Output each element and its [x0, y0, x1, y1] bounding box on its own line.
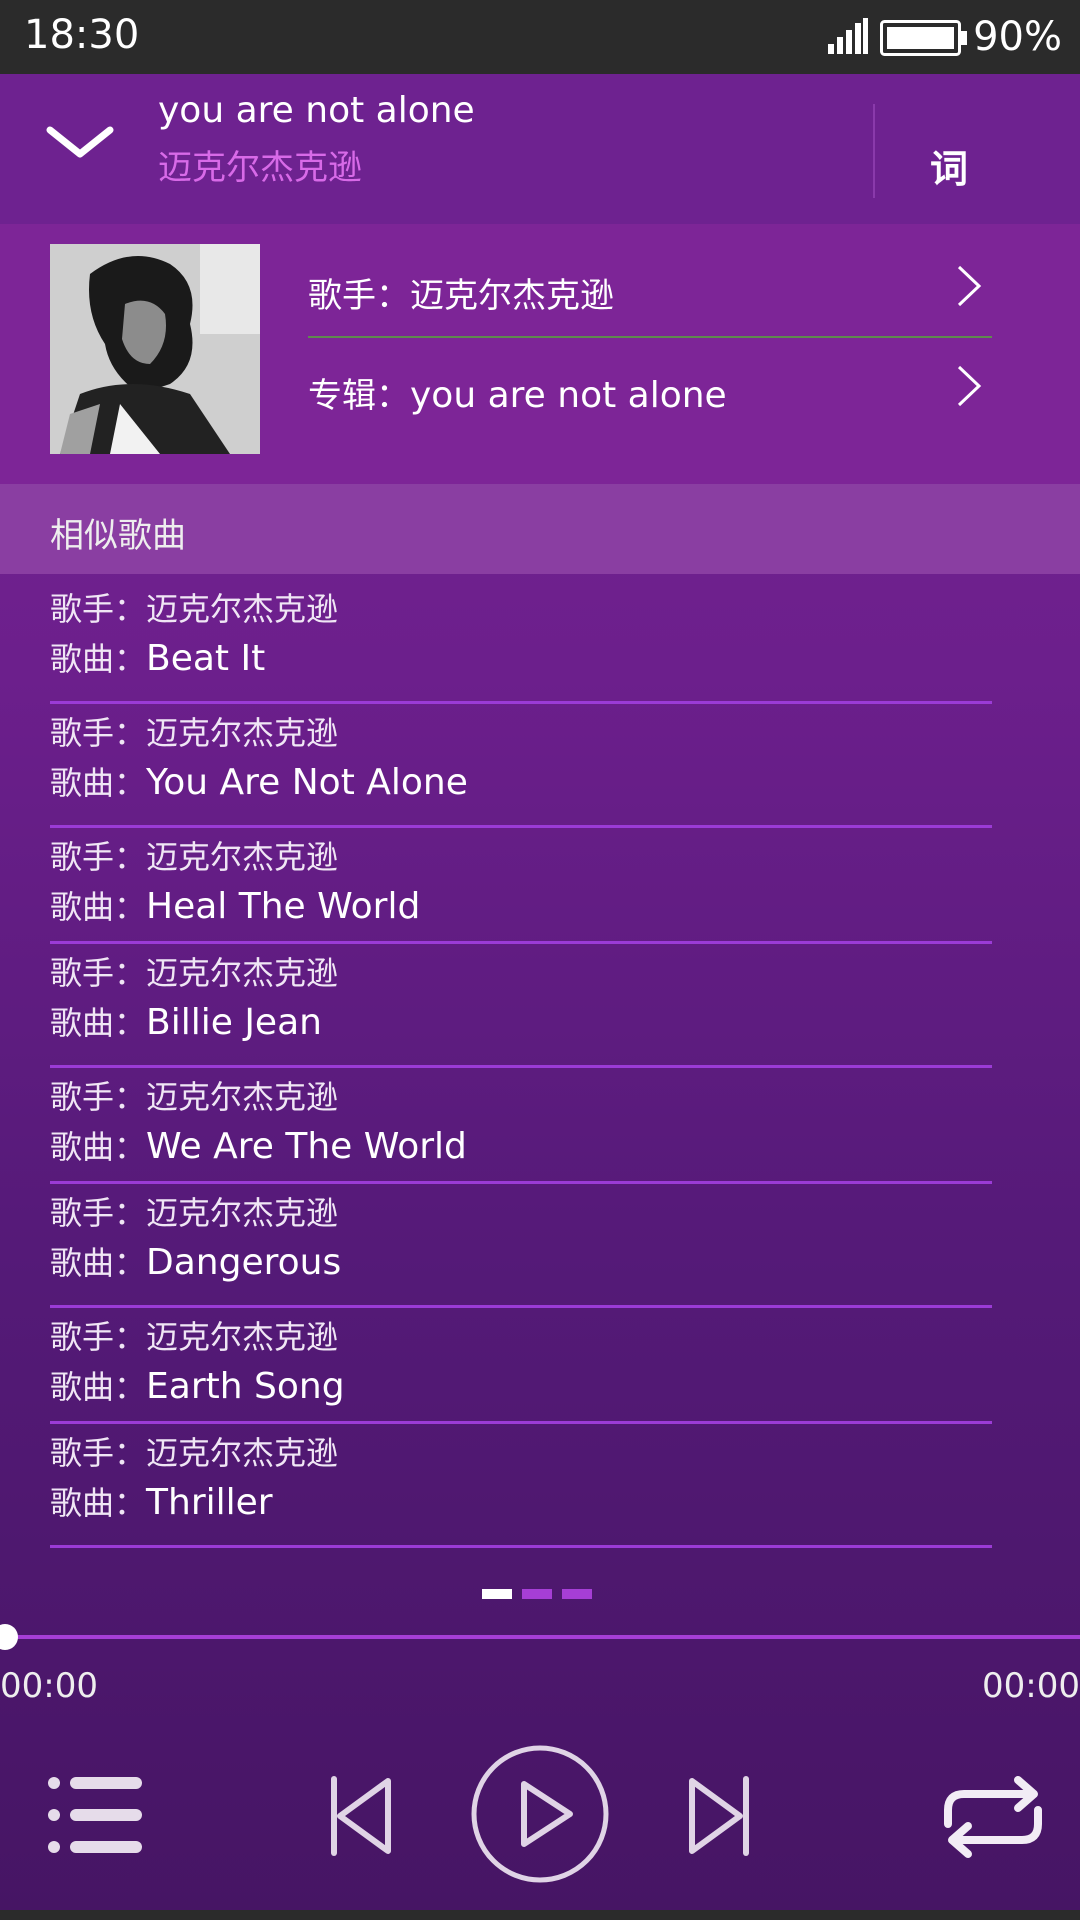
list-item[interactable]: 歌手：迈克尔杰克逊 歌曲：Billie Jean: [50, 944, 992, 1068]
list-item[interactable]: 歌手：迈克尔杰克逊 歌曲：Heal The World: [50, 828, 992, 944]
album-link-label: 专辑：you are not alone: [308, 375, 727, 416]
previous-track-icon[interactable]: [326, 1775, 396, 1857]
header-divider: [873, 104, 875, 198]
list-item[interactable]: 歌手：迈克尔杰克逊 歌曲：Dangerous: [50, 1184, 992, 1308]
chevron-down-icon[interactable]: [40, 114, 120, 174]
chevron-right-icon: [957, 265, 982, 307]
bottom-edge: [0, 1910, 1080, 1920]
list-item[interactable]: 歌手：迈克尔杰克逊 歌曲：Earth Song: [50, 1308, 992, 1424]
album-cover: [50, 244, 260, 454]
page-dot-2[interactable]: [522, 1589, 552, 1599]
page-dot-1[interactable]: [482, 1589, 512, 1599]
now-playing-artist: 迈克尔杰克逊: [158, 148, 362, 188]
signal-icon: [828, 18, 868, 54]
song-info-panel: 歌手：迈克尔杰克逊 专辑：you are not alone: [0, 224, 1080, 484]
similar-songs-list: 歌手：迈克尔杰克逊 歌曲：Beat It 歌手：迈克尔杰克逊 歌曲：You Ar…: [50, 580, 992, 1548]
list-item[interactable]: 歌手：迈克尔杰克逊 歌曲：Beat It: [50, 580, 992, 704]
status-time: 18:30: [24, 12, 140, 58]
progress-bar[interactable]: [0, 1635, 1080, 1639]
similar-songs-title: 相似歌曲: [50, 516, 186, 556]
now-playing-title: you are not alone: [158, 90, 475, 131]
chevron-right-icon: [957, 365, 982, 407]
status-bar: 18:30 90%: [0, 0, 1080, 74]
list-item[interactable]: 歌手：迈克尔杰克逊 歌曲：Thriller: [50, 1424, 992, 1548]
battery-percent: 90%: [973, 14, 1062, 60]
playlist-icon[interactable]: [44, 1775, 144, 1855]
lyrics-button[interactable]: 词: [930, 138, 968, 193]
artist-link-label: 歌手：迈克尔杰克逊: [308, 276, 614, 316]
total-time: 00:00: [982, 1666, 1080, 1706]
progress-handle[interactable]: [0, 1624, 18, 1650]
repeat-icon[interactable]: [938, 1772, 1048, 1862]
similar-songs-header: 相似歌曲: [0, 484, 1080, 574]
list-item[interactable]: 歌手：迈克尔杰克逊 歌曲：We Are The World: [50, 1068, 992, 1184]
battery-icon: [880, 20, 967, 56]
list-item[interactable]: 歌手：迈克尔杰克逊 歌曲：You Are Not Alone: [50, 704, 992, 828]
page-dot-3[interactable]: [562, 1589, 592, 1599]
play-button[interactable]: [470, 1744, 610, 1884]
artist-link-row[interactable]: 歌手：迈克尔杰克逊: [308, 240, 992, 338]
player-header: you are not alone 迈克尔杰克逊 词: [0, 74, 1080, 224]
current-time: 00:00: [0, 1666, 98, 1706]
page-indicator: [482, 1584, 602, 1599]
album-link-row[interactable]: 专辑：you are not alone: [308, 340, 992, 436]
next-track-icon[interactable]: [684, 1775, 754, 1857]
